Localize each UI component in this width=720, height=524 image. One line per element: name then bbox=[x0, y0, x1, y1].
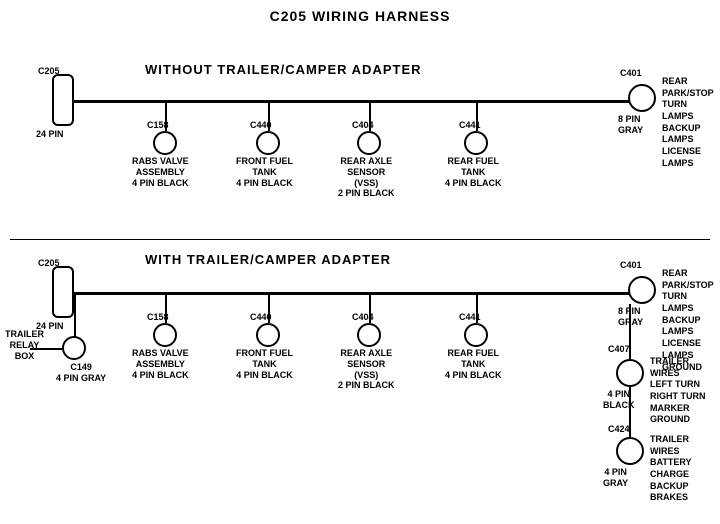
section2-label: WITH TRAILER/CAMPER ADAPTER bbox=[145, 252, 391, 267]
c404-top-circle bbox=[357, 131, 381, 155]
c401-top-circle bbox=[628, 84, 656, 112]
c441-top-detail: REAR FUELTANK4 PIN BLACK bbox=[445, 156, 502, 188]
c407-bot-id: C407 bbox=[608, 344, 630, 355]
c424-bot-circle bbox=[616, 437, 644, 465]
c404-bot-id: C404 bbox=[352, 312, 374, 323]
c424-bot-pin: 4 PINGRAY bbox=[603, 467, 628, 489]
c158-top-circle bbox=[153, 131, 177, 155]
c158-bot-circle bbox=[153, 323, 177, 347]
c158-bot-id: C158 bbox=[147, 312, 169, 323]
c401-top-pin: 8 PINGRAY bbox=[618, 114, 643, 136]
s2-main-line bbox=[74, 292, 630, 295]
c441-bot-circle bbox=[464, 323, 488, 347]
c441-top-id: C441 bbox=[459, 120, 481, 131]
s1-main-line bbox=[74, 100, 630, 103]
c404-bot-detail: REAR AXLESENSOR(VSS)2 PIN BLACK bbox=[338, 348, 395, 391]
s2-right-label3: TRAILER WIRESBATTERY CHARGEBACKUPBRAKES bbox=[650, 434, 720, 504]
section1-label: WITHOUT TRAILER/CAMPER ADAPTER bbox=[145, 62, 422, 77]
s2-right-label2: TRAILER WIRESLEFT TURNRIGHT TURNMARKERGR… bbox=[650, 356, 720, 426]
page-title: C205 WIRING HARNESS bbox=[0, 0, 720, 24]
c440-top-id: C440 bbox=[250, 120, 272, 131]
c404-bot-circle bbox=[357, 323, 381, 347]
c440-top-circle bbox=[256, 131, 280, 155]
c205-top-pin: 24 PIN bbox=[36, 129, 64, 140]
c440-bot-id: C440 bbox=[250, 312, 272, 323]
c440-bot-detail: FRONT FUELTANK4 PIN BLACK bbox=[236, 348, 293, 380]
c158-top-id: C158 bbox=[147, 120, 169, 131]
c401-bot-circle bbox=[628, 276, 656, 304]
c404-top-id: C404 bbox=[352, 120, 374, 131]
s1-right-label: REAR PARK/STOPTURN LAMPSBACKUP LAMPSLICE… bbox=[662, 76, 720, 170]
c441-bot-detail: REAR FUELTANK4 PIN BLACK bbox=[445, 348, 502, 380]
c441-top-circle bbox=[464, 131, 488, 155]
c149-bot-circle bbox=[62, 336, 86, 360]
c205-top-id: C205 bbox=[38, 66, 60, 77]
c158-top-detail: RABS VALVEASSEMBLY4 PIN BLACK bbox=[132, 156, 189, 188]
c440-top-detail: FRONT FUELTANK4 PIN BLACK bbox=[236, 156, 293, 188]
c404-top-detail: REAR AXLESENSOR(VSS)2 PIN BLACK bbox=[338, 156, 395, 199]
c205-top-rect bbox=[52, 74, 74, 126]
c401-bot-id: C401 bbox=[620, 260, 642, 271]
c441-bot-id: C441 bbox=[459, 312, 481, 323]
c407-bot-circle bbox=[616, 359, 644, 387]
diagram-container: WITHOUT TRAILER/CAMPER ADAPTER C205 24 P… bbox=[0, 24, 720, 524]
trailer-relay-label: TRAILERRELAYBOX bbox=[5, 329, 44, 361]
c424-bot-id: C424 bbox=[608, 424, 630, 435]
c205-bot-id: C205 bbox=[38, 258, 60, 269]
c149-bot-id: C1494 PIN GRAY bbox=[56, 362, 106, 384]
c440-bot-circle bbox=[256, 323, 280, 347]
c401-top-id: C401 bbox=[620, 68, 642, 79]
c158-bot-detail: RABS VALVEASSEMBLY4 PIN BLACK bbox=[132, 348, 189, 380]
divider-line bbox=[10, 239, 710, 240]
c205-bot-rect bbox=[52, 266, 74, 318]
